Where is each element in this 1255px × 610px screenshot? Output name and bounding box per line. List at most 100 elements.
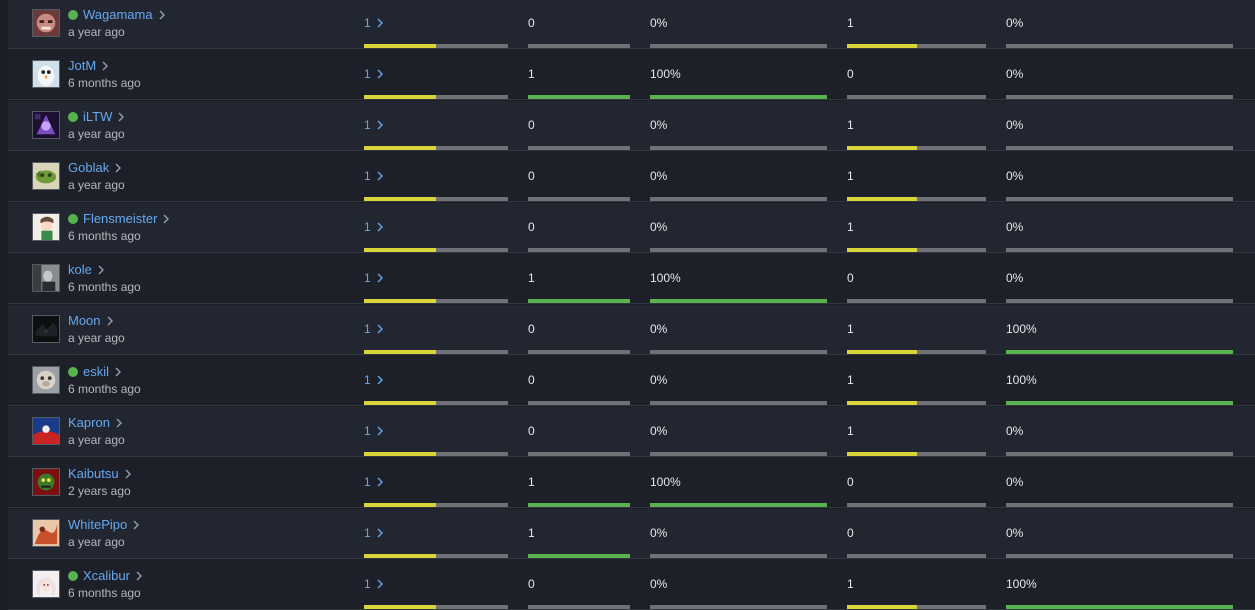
- stat-col-1-text[interactable]: 1: [364, 16, 371, 30]
- username[interactable]: Flensmeister: [83, 211, 157, 227]
- avatar[interactable]: [32, 213, 60, 241]
- stat-col-4-text: 1: [847, 424, 854, 438]
- chevron-right-icon[interactable]: [105, 315, 115, 327]
- stat-col-1-text[interactable]: 1: [364, 322, 371, 336]
- stat-col-2-value: 0: [528, 372, 535, 388]
- user-link[interactable]: Kapron: [68, 415, 124, 431]
- user-link[interactable]: WhitePipo: [68, 517, 141, 533]
- stat-col-1-value[interactable]: 1: [364, 168, 385, 184]
- avatar[interactable]: [32, 468, 60, 496]
- username[interactable]: Moon: [68, 313, 101, 329]
- stat-col-1-text[interactable]: 1: [364, 220, 371, 234]
- stat-col-5-text: 0%: [1006, 424, 1024, 438]
- user-link[interactable]: Goblak: [68, 160, 123, 176]
- user-link[interactable]: Kaibutsu: [68, 466, 133, 482]
- user-link[interactable]: Moon: [68, 313, 115, 329]
- user-link[interactable]: kole: [68, 262, 106, 278]
- chevron-right-icon[interactable]: [375, 170, 385, 182]
- user-link[interactable]: iLTW: [68, 109, 126, 125]
- avatar[interactable]: [32, 417, 60, 445]
- chevron-right-icon[interactable]: [375, 221, 385, 233]
- stat-col-2-bar: [528, 452, 630, 456]
- chevron-right-icon[interactable]: [134, 570, 144, 582]
- stat-col-1-value[interactable]: 1: [364, 117, 385, 133]
- stat-col-1-text[interactable]: 1: [364, 118, 371, 132]
- stat-col-1-text[interactable]: 1: [364, 475, 371, 489]
- chevron-right-icon[interactable]: [375, 17, 385, 29]
- stat-col-1-value[interactable]: 1: [364, 15, 385, 31]
- chevron-right-icon[interactable]: [113, 162, 123, 174]
- username[interactable]: Xcalibur: [83, 568, 130, 584]
- avatar[interactable]: [32, 570, 60, 598]
- avatar[interactable]: [32, 366, 60, 394]
- stat-col-1-value[interactable]: 1: [364, 321, 385, 337]
- user-link[interactable]: JotM: [68, 58, 110, 74]
- chevron-right-icon[interactable]: [375, 527, 385, 539]
- username[interactable]: kole: [68, 262, 92, 278]
- stat-col-1-value[interactable]: 1: [364, 270, 385, 286]
- chevron-right-icon[interactable]: [161, 213, 171, 225]
- chevron-right-icon[interactable]: [96, 264, 106, 276]
- chevron-right-icon[interactable]: [375, 323, 385, 335]
- stat-col-1-text[interactable]: 1: [364, 577, 371, 591]
- stat-col-2-value: 1: [528, 66, 535, 82]
- stat-col-1-text[interactable]: 1: [364, 526, 371, 540]
- stat-col-3-value: 0%: [650, 168, 667, 184]
- stat-col-4-text: 0: [847, 67, 854, 81]
- stat-col-1-value[interactable]: 1: [364, 219, 385, 235]
- avatar[interactable]: [32, 60, 60, 88]
- stat-col-1-text[interactable]: 1: [364, 271, 371, 285]
- user-link[interactable]: Xcalibur: [68, 568, 144, 584]
- user-link[interactable]: Wagamama: [68, 7, 167, 23]
- last-seen-time: 6 months ago: [68, 280, 141, 294]
- chevron-right-icon[interactable]: [100, 60, 110, 72]
- chevron-right-icon[interactable]: [375, 578, 385, 590]
- chevron-right-icon[interactable]: [375, 476, 385, 488]
- username[interactable]: Kapron: [68, 415, 110, 431]
- stat-col-3-text: 0%: [650, 118, 668, 132]
- chevron-right-icon[interactable]: [375, 272, 385, 284]
- stat-col-3-bar: [650, 197, 827, 201]
- avatar[interactable]: [32, 519, 60, 547]
- stat-col-1-bar: [364, 452, 508, 456]
- chevron-right-icon[interactable]: [114, 417, 124, 429]
- chevron-right-icon[interactable]: [375, 119, 385, 131]
- stat-col-2-bar: [528, 146, 630, 150]
- avatar[interactable]: [32, 264, 60, 292]
- avatar[interactable]: [32, 162, 60, 190]
- stat-col-1-text[interactable]: 1: [364, 67, 371, 81]
- stat-col-1-text[interactable]: 1: [364, 169, 371, 183]
- stat-col-1-value[interactable]: 1: [364, 66, 385, 82]
- username[interactable]: WhitePipo: [68, 517, 127, 533]
- stat-col-1-text[interactable]: 1: [364, 424, 371, 438]
- avatar[interactable]: [32, 111, 60, 139]
- stat-col-1-text[interactable]: 1: [364, 373, 371, 387]
- stat-col-1-value[interactable]: 1: [364, 576, 385, 592]
- username[interactable]: iLTW: [83, 109, 112, 125]
- chevron-right-icon[interactable]: [157, 9, 167, 21]
- avatar[interactable]: [32, 9, 60, 37]
- username[interactable]: Kaibutsu: [68, 466, 119, 482]
- chevron-right-icon[interactable]: [116, 111, 126, 123]
- chevron-right-icon[interactable]: [375, 425, 385, 437]
- stat-col-1-value[interactable]: 1: [364, 525, 385, 541]
- stat-col-1-value[interactable]: 1: [364, 372, 385, 388]
- user-link[interactable]: eskil: [68, 364, 123, 380]
- chevron-right-icon[interactable]: [123, 468, 133, 480]
- chevron-right-icon[interactable]: [113, 366, 123, 378]
- username[interactable]: Wagamama: [83, 7, 153, 23]
- chevron-right-icon[interactable]: [131, 519, 141, 531]
- username[interactable]: eskil: [83, 364, 109, 380]
- last-seen-time: a year ago: [68, 331, 125, 345]
- stat-col-4-value: 0: [847, 66, 854, 82]
- username[interactable]: JotM: [68, 58, 96, 74]
- stat-col-3-text: 0%: [650, 16, 668, 30]
- user-link[interactable]: Flensmeister: [68, 211, 171, 227]
- stat-col-1-value[interactable]: 1: [364, 474, 385, 490]
- stat-col-1-value[interactable]: 1: [364, 423, 385, 439]
- stat-col-5-value: 0%: [1006, 474, 1023, 490]
- chevron-right-icon[interactable]: [375, 68, 385, 80]
- avatar[interactable]: [32, 315, 60, 343]
- chevron-right-icon[interactable]: [375, 374, 385, 386]
- username[interactable]: Goblak: [68, 160, 109, 176]
